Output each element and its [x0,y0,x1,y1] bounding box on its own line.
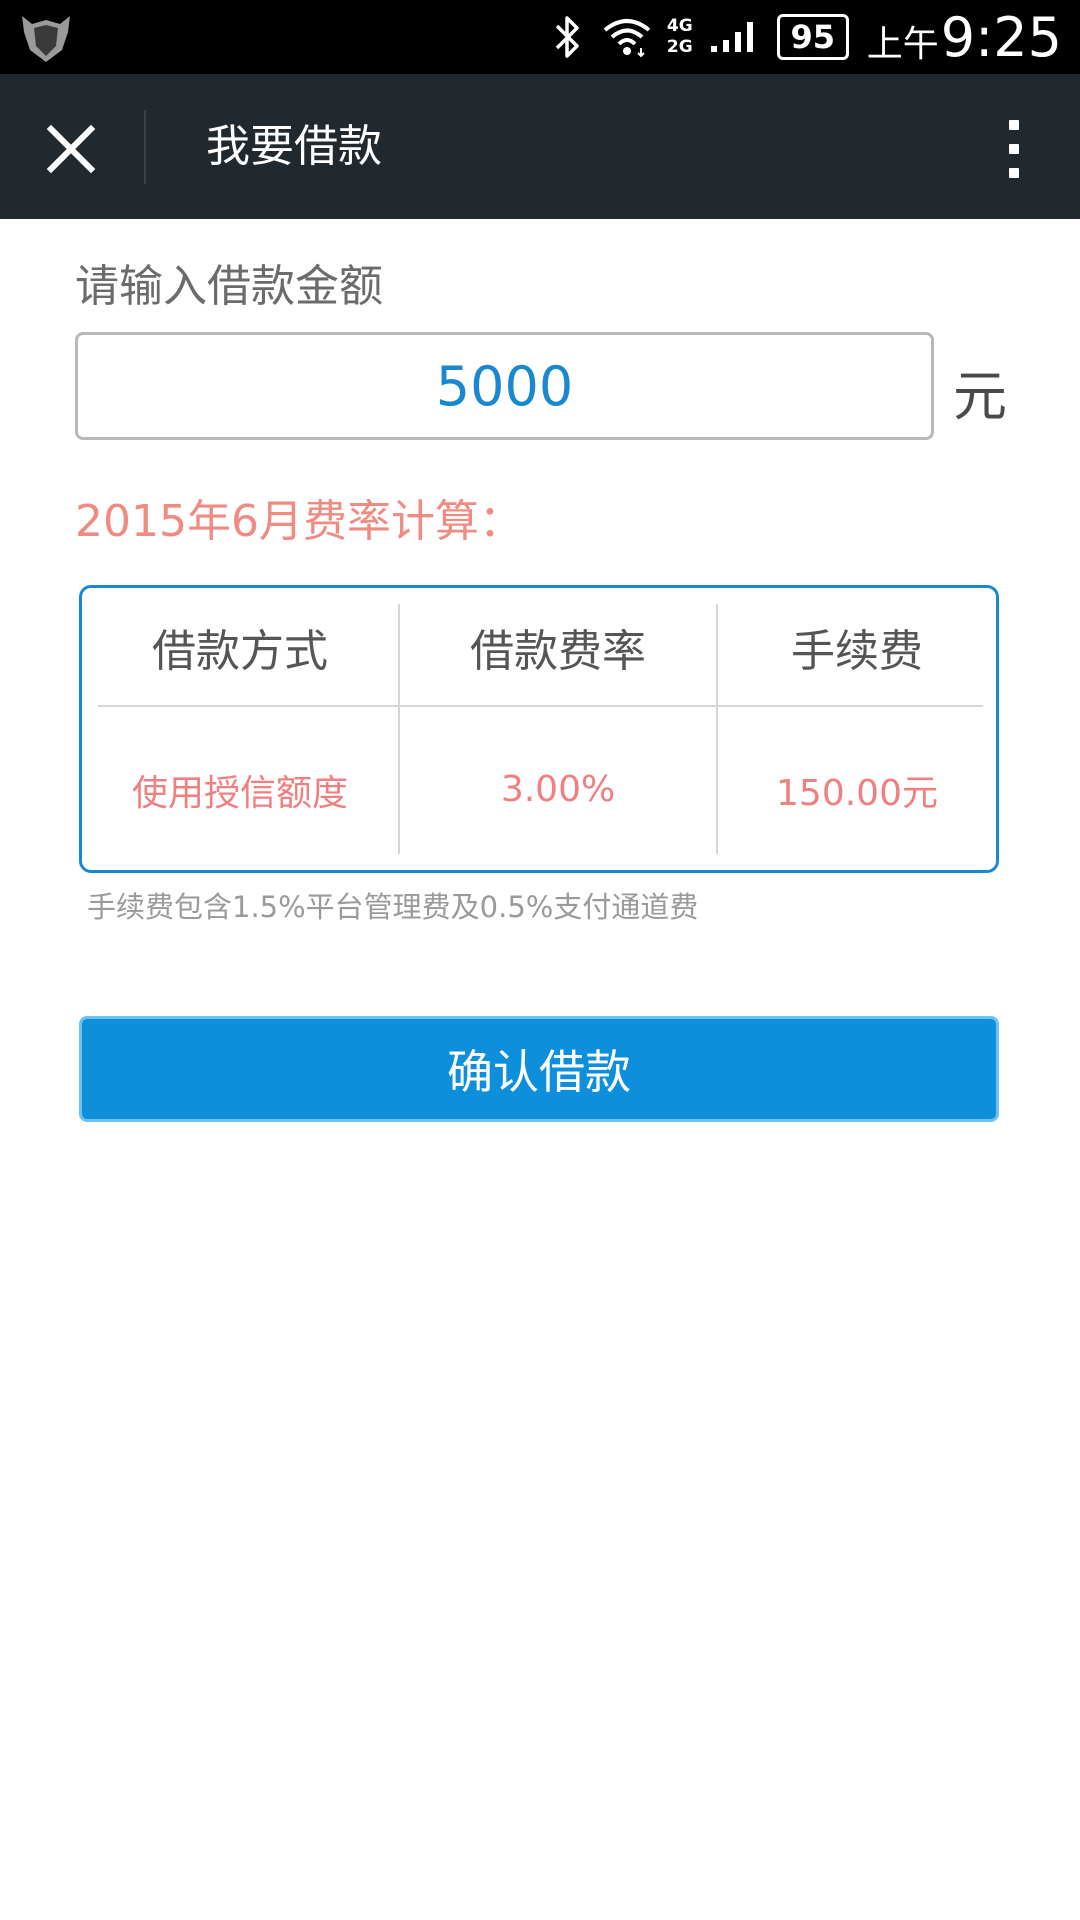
more-dot-icon [1009,120,1019,130]
network-type-bottom: 2G [666,37,693,57]
header-loan-rate: 借款费率 [470,625,646,677]
shield-app-icon [22,16,70,62]
battery-indicator: 95 [776,14,849,60]
bluetooth-icon [555,16,579,58]
header-service-fee: 手续费 [791,625,923,677]
rate-heading: 2015年6月费率计算： [75,496,523,547]
value-loan-method: 使用授信额度 [131,772,348,814]
value-service-fee: 150.00元 [776,772,938,814]
signal-icon [710,22,753,52]
clock-ampm: 上午 [866,23,939,65]
clock-time: 9:25 [940,5,1062,69]
status-icons: 4G 2G 95 上午 9:25 [535,0,1062,74]
status-bar: 4G 2G 95 上午 9:25 [0,0,1080,74]
amount-unit: 元 [953,365,1007,428]
header-loan-method: 借款方式 [152,625,328,677]
amount-input[interactable] [75,332,934,440]
close-icon [46,124,96,174]
more-dot-icon [1009,168,1019,178]
title-divider [144,110,146,184]
fee-note: 手续费包含1.5%平台管理费及0.5%支付通道费 [87,890,699,924]
wifi-icon [603,19,651,58]
more-dot-icon [1009,144,1019,154]
clock: 上午 9:25 [867,6,1062,69]
network-type-top: 4G [666,16,693,36]
amount-label: 请输入借款金额 [75,261,383,312]
page-title: 我要借款 [206,121,382,172]
network-type: 4G 2G [667,16,693,58]
confirm-loan-button[interactable]: 确认借款 [79,1016,999,1122]
more-options-button[interactable] [994,114,1034,184]
title-bar: 我要借款 [0,74,1080,219]
close-button[interactable] [36,114,106,184]
value-loan-rate: 3.00% [500,769,616,810]
fee-table: 借款方式 借款费率 手续费 使用授信额度 3.00% 150.00元 [79,585,999,873]
